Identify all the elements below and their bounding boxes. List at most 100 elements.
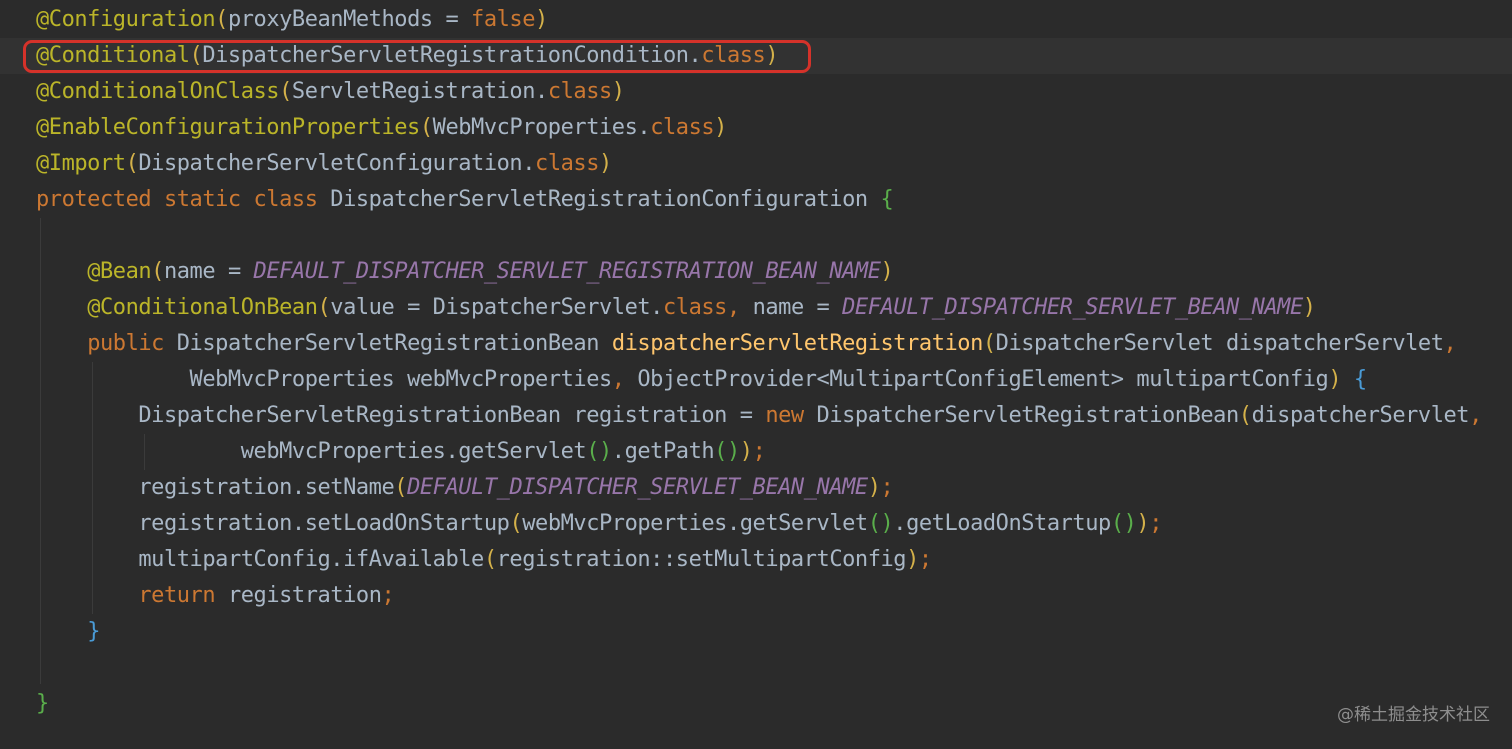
code-token: class [662,295,727,320]
code-token: proxyBeanMethods = [227,7,472,32]
code-token: ObjectProvider<MultipartConfigElement> m… [637,367,1329,392]
code-token: return [138,583,228,608]
code-token: ; [880,475,894,500]
code-line[interactable]: @EnableConfigurationProperties(WebMvcPro… [0,110,1512,146]
code-token: false [471,7,536,32]
code-token: () [1110,511,1137,536]
code-token: class [547,79,612,104]
code-token: multipartConfig.ifAvailable [138,547,484,572]
code-line[interactable]: @Configuration(proxyBeanMethods = false) [0,2,1512,38]
code-token: registration::setMultipartConfig [496,547,907,572]
indent-guide-method-signature [92,362,93,614]
code-token: .getPath [611,439,715,464]
code-line-text: protected static class DispatcherServlet… [36,182,894,218]
code-line[interactable]: } [0,614,1512,650]
code-line-text: DispatcherServletRegistrationBean regist… [36,398,1482,434]
code-token: DispatcherServlet dispatcherServlet [995,331,1444,356]
code-token: ) [1302,295,1316,320]
code-token: @Configuration [36,7,216,32]
code-token: ( [1238,403,1252,428]
code-token: public [87,331,177,356]
code-line[interactable]: public DispatcherServletRegistrationBean… [0,326,1512,362]
code-token: ; [752,439,766,464]
code-token: class [650,115,715,140]
code-line-text: public DispatcherServletRegistrationBean… [36,326,1457,362]
code-token: WebMvcProperties. [432,115,651,140]
code-editor[interactable]: @Configuration(proxyBeanMethods = false)… [0,0,1512,749]
code-token: DispatcherServletRegistrationBean [176,331,612,356]
code-line[interactable]: @ConditionalOnClass(ServletRegistration.… [0,74,1512,110]
code-token: webMvcProperties.getServlet [522,511,868,536]
code-token: ) [535,7,548,32]
code-token: value = DispatcherServlet. [330,295,663,320]
code-token: new [765,403,817,428]
code-token: } [36,691,49,716]
code-line[interactable]: WebMvcProperties webMvcProperties, Objec… [0,362,1512,398]
code-token: dispatcherServlet [1251,403,1470,428]
code-token: @Import [36,151,126,176]
code-line[interactable]: registration.setName(DEFAULT_DISPATCHER_… [0,470,1512,506]
code-token: ) [880,259,894,284]
code-token: } [87,619,100,644]
code-token: dispatcherServletRegistration [611,331,984,356]
code-token: ( [151,259,164,284]
code-token: ) [906,547,919,572]
code-token: registration.setLoadOnStartup [138,511,510,536]
code-token: name = [752,295,843,320]
code-token: ; [1149,511,1163,536]
code-token: DEFAULT_DISPATCHER_SERVLET_REGISTRATION_… [253,259,881,284]
code-token: class [535,151,600,176]
code-token: DispatcherServletRegistrationConfigurati… [330,187,881,212]
code-line[interactable]: @Bean(name = DEFAULT_DISPATCHER_SERVLET_… [0,254,1512,290]
code-token: ( [483,547,497,572]
indent-guide-method-continuation [144,434,145,470]
code-token: ( [419,115,433,140]
code-token: DispatcherServletRegistrationBean [816,403,1240,428]
code-token: ) [611,79,625,104]
code-line[interactable] [0,218,1512,254]
code-line-text: return registration; [36,578,394,614]
code-token: WebMvcProperties webMvcProperties [189,367,613,392]
code-token: ( [982,331,996,356]
code-token: @ConditionalOnBean [87,295,318,320]
code-line-text: } [36,614,100,650]
code-token: ; [381,583,395,608]
code-token: ) [867,475,881,500]
code-line[interactable]: registration.setLoadOnStartup(webMvcProp… [0,506,1512,542]
code-line[interactable]: protected static class DispatcherServlet… [0,182,1512,218]
code-token: () [867,511,894,536]
code-line[interactable]: @ConditionalOnBean(value = DispatcherSer… [0,290,1512,326]
code-line-text: @ConditionalOnClass(ServletRegistration.… [36,74,625,110]
code-token: DispatcherServletRegistrationBean regist… [138,403,766,428]
code-token: { [880,187,894,212]
code-line[interactable]: } [0,686,1512,722]
code-line[interactable]: multipartConfig.ifAvailable(registration… [0,542,1512,578]
code-token: name = [163,259,254,284]
code-line-text: @Import(DispatcherServletConfiguration.c… [36,146,612,182]
code-line-text: multipartConfig.ifAvailable(registration… [36,542,932,578]
code-token: ) [739,439,753,464]
code-line[interactable]: @Import(DispatcherServletConfiguration.c… [0,146,1512,182]
code-line-text: WebMvcProperties webMvcProperties, Objec… [36,362,1368,398]
code-line[interactable]: webMvcProperties.getServlet().getPath())… [0,434,1512,470]
code-line[interactable]: return registration; [0,578,1512,614]
code-token: () [714,439,740,464]
code-token: ) [714,115,727,140]
code-token: ( [317,295,331,320]
code-token: @ConditionalOnClass [36,79,280,104]
code-token: @Bean [87,259,152,284]
code-token: , [1443,331,1457,356]
code-token: { [1353,367,1367,392]
code-line[interactable]: DispatcherServletRegistrationBean regist… [0,398,1512,434]
code-line[interactable] [0,650,1512,686]
code-line-text: } [36,686,49,722]
